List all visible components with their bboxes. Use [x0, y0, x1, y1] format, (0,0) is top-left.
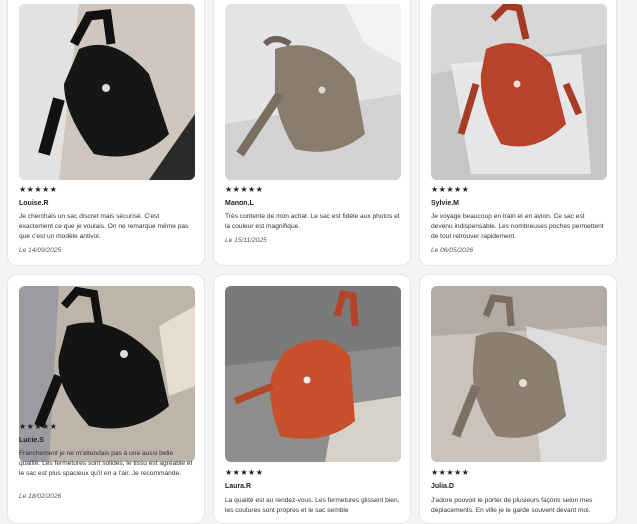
review-photo[interactable]: [19, 4, 195, 180]
review-text: Très contente de mon achat. Le sac est f…: [225, 213, 400, 230]
reviewer-name: Sylvie.M: [431, 200, 460, 207]
review-date: Le 18/02/2026: [19, 493, 62, 500]
review-photo[interactable]: [431, 286, 607, 462]
bag-photo-image: [431, 286, 607, 462]
review-text: La qualité est au rendez-vous. Les ferme…: [225, 497, 400, 514]
review-photo[interactable]: [431, 4, 607, 180]
review-card: ★★★★★ Sylvie.M Je voyage beaucoup en tra…: [419, 0, 617, 266]
bag-photo-image: [431, 4, 607, 180]
rating-stars: ★★★★★: [19, 422, 58, 431]
review-photo[interactable]: [225, 286, 401, 462]
review-card: ★★★★★ Laura.R La qualité est au rendez-v…: [213, 274, 411, 524]
reviewer-name: Lucie.S: [19, 437, 44, 444]
rating-stars: ★★★★★: [225, 468, 264, 477]
rating-stars: ★★★★★: [431, 468, 470, 477]
review-photo[interactable]: [225, 4, 401, 180]
reviewer-name: Julia.D: [431, 483, 454, 490]
review-date: Le 15/11/2025: [225, 237, 267, 244]
review-card: ★★★★★ Julia.D J'adore pouvoir le porter …: [419, 274, 617, 524]
rating-stars: ★★★★★: [225, 185, 264, 194]
rating-stars: ★★★★★: [19, 185, 58, 194]
reviewer-name: Manon.L: [225, 200, 254, 207]
reviewer-name: Laura.R: [225, 483, 252, 490]
review-card: ★★★★★ Lucie.S Franchement je ne m'attend…: [7, 274, 205, 524]
review-photo[interactable]: [19, 286, 195, 462]
bag-photo-image: [225, 4, 401, 180]
review-text: Je cherchais un sac discret mais sécuris…: [19, 213, 189, 240]
bag-photo-image: [19, 4, 195, 180]
review-card: ★★★★★ Manon.L Très contente de mon achat…: [213, 0, 411, 266]
bag-photo-image: [225, 286, 401, 462]
rating-stars: ★★★★★: [431, 185, 470, 194]
reviewer-name: Louise.R: [19, 200, 49, 207]
review-text: Franchement je ne m'attendais pas à une …: [19, 450, 193, 477]
review-card: ★★★★★ Louise.R Je cherchais un sac discr…: [7, 0, 205, 266]
bag-photo-image: [19, 286, 195, 462]
review-date: Le 14/09/2025: [19, 247, 62, 254]
review-date: Le 06/05/2026: [431, 247, 474, 254]
review-text: J'adore pouvoir le porter de plusieurs f…: [431, 497, 593, 514]
review-text: Je voyage beaucoup en train et en avion.…: [431, 213, 604, 240]
